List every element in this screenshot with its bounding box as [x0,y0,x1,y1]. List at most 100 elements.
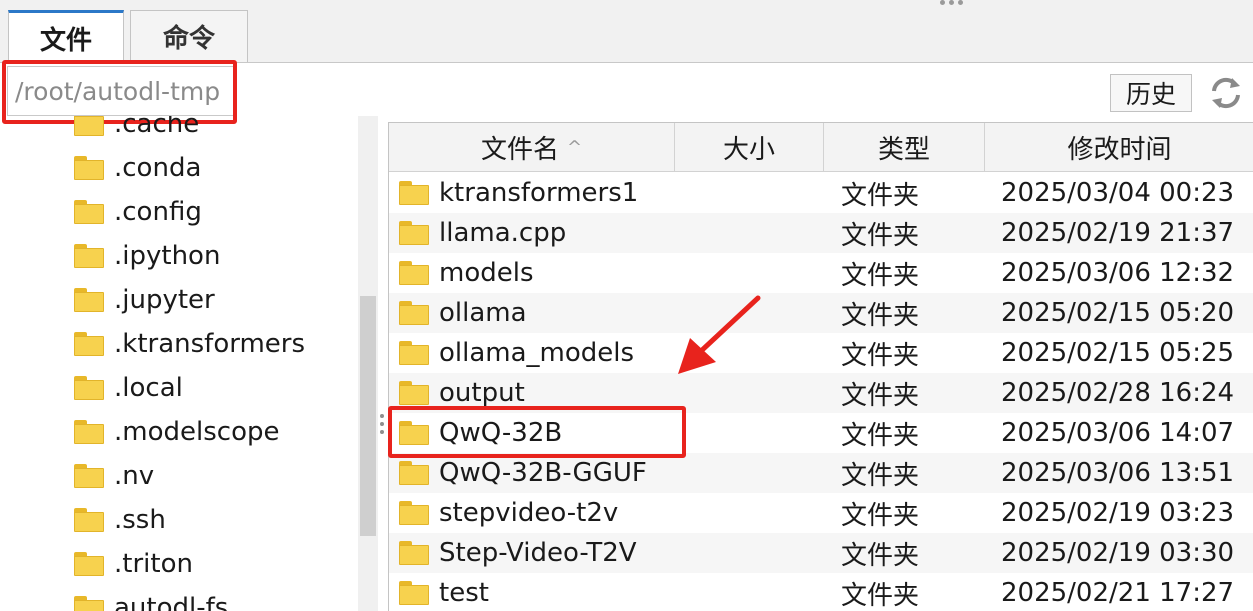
cell-modified: 2025/03/06 14:07 [1001,418,1235,448]
cell-modified: 2025/03/06 12:32 [1001,258,1235,288]
tree-item[interactable]: .config [74,192,202,232]
folder-icon [74,156,104,180]
cell-name: Step-Video-T2V [399,533,637,573]
table-row[interactable]: Step-Video-T2V 文件夹 2025/02/19 03:30 [389,533,1253,573]
table-row[interactable]: llama.cpp 文件夹 2025/02/19 21:37 [389,213,1253,253]
file-name-label: Step-Video-T2V [439,538,637,568]
table-row[interactable]: test 文件夹 2025/02/21 17:27 [389,573,1253,611]
folder-icon [74,288,104,312]
table-row[interactable]: QwQ-32B-GGUF 文件夹 2025/03/06 13:51 [389,453,1253,493]
cell-type: 文件夹 [841,420,920,451]
splitter-handle-icon[interactable] [379,414,385,444]
cell-type: 文件夹 [841,260,920,291]
folder-icon [399,181,429,205]
folder-icon [399,381,429,405]
column-header-modified[interactable]: 修改时间 [985,123,1253,171]
folder-icon [74,244,104,268]
tree-item-label: .config [114,197,202,227]
cell-type: 文件夹 [841,540,920,571]
directory-tree: .cache .conda .config .ipython .jupyter .ktra… [0,116,358,611]
cell-name: ollama_models [399,333,634,373]
tree-item[interactable]: .local [74,368,183,408]
column-header-name[interactable]: 文件名 ^ [389,123,675,171]
column-name-label: 文件名 [480,134,559,165]
folder-icon [74,596,104,611]
tree-item[interactable]: .cache [74,116,199,144]
cell-modified: 2025/02/19 03:23 [1001,498,1235,528]
file-name-label: stepvideo-t2v [439,498,619,528]
folder-icon [399,301,429,325]
table-row[interactable]: ollama_models 文件夹 2025/02/15 05:25 [389,333,1253,373]
cell-type: 文件夹 [841,220,920,251]
table-row[interactable]: ollama 文件夹 2025/02/15 05:20 [389,293,1253,333]
drag-handle-icon[interactable] [940,0,968,6]
cell-name: stepvideo-t2v [399,493,618,533]
tree-item-label: .ssh [114,505,166,535]
sort-ascending-icon: ^ [566,136,583,158]
tree-item[interactable]: .modelscope [74,412,279,452]
cell-name: ktransformers1 [399,173,638,213]
table-row[interactable]: models 文件夹 2025/03/06 12:32 [389,253,1253,293]
file-name-label: test [439,578,489,608]
tree-scrollbar-thumb[interactable] [360,296,376,536]
folder-icon [74,508,104,532]
tree-item-label: .jupyter [114,285,215,315]
table-row[interactable]: ktransformers1 文件夹 2025/03/04 00:23 [389,173,1253,213]
tab-commands[interactable]: 命令 [130,10,248,62]
cell-name: ollama [399,293,527,333]
cell-modified: 2025/02/19 21:37 [1001,218,1235,248]
tree-item-label: .triton [114,549,193,579]
cell-name: QwQ-32B-GGUF [399,453,647,493]
tree-item[interactable]: .triton [74,544,193,584]
cell-type: 文件夹 [841,340,920,371]
tree-item[interactable]: autodl-fs [74,588,228,611]
cell-type: 文件夹 [841,500,920,531]
tree-item[interactable]: .ssh [74,500,166,540]
file-name-label: ollama_models [439,338,635,368]
tree-item[interactable]: .nv [74,456,154,496]
folder-icon [74,332,104,356]
file-name-label: QwQ-32B-GGUF [439,458,647,488]
cell-type: 文件夹 [841,460,920,491]
column-header-size[interactable]: 大小 [675,123,824,171]
tree-item-label: autodl-fs [114,593,229,611]
cell-modified: 2025/02/21 17:27 [1001,578,1235,608]
cell-modified: 2025/03/04 00:23 [1001,178,1235,208]
folder-icon [74,420,104,444]
tree-item-label: .cache [114,116,200,139]
tree-scrollbar[interactable] [358,116,378,611]
cell-name: test [399,573,489,611]
folder-icon [399,221,429,245]
annotation-arrow-icon [678,295,761,374]
tree-item[interactable]: .ipython [74,236,220,276]
history-button[interactable]: 历史 [1110,74,1192,112]
cell-modified: 2025/03/06 13:51 [1001,458,1235,488]
tree-item-label: .modelscope [114,417,280,447]
cell-type: 文件夹 [841,380,920,411]
refresh-icon[interactable] [1208,74,1244,112]
folder-icon [399,461,429,485]
tree-item[interactable]: .jupyter [74,280,215,320]
tree-item[interactable]: .conda [74,148,201,188]
tab-files[interactable]: 文件 [8,10,124,63]
file-name-label: llama.cpp [439,218,567,248]
tree-item-label: .ktransformers [114,329,306,359]
tree-item-label: .nv [114,461,155,491]
cell-name: models [399,253,534,293]
tree-item[interactable]: .ktransformers [74,324,305,364]
cell-type: 文件夹 [841,300,920,331]
file-name-label: models [439,258,534,288]
tab-strip: 文件 命令 [0,0,1253,63]
cell-modified: 2025/02/19 03:30 [1001,538,1235,568]
file-name-label: ktransformers1 [439,178,639,208]
cell-name: llama.cpp [399,213,566,253]
folder-icon [74,552,104,576]
table-row[interactable]: stepvideo-t2v 文件夹 2025/02/19 03:23 [389,493,1253,533]
file-name-label: ollama [439,298,527,328]
column-header-type[interactable]: 类型 [824,123,985,171]
folder-icon [74,116,104,136]
cell-type: 文件夹 [841,580,920,611]
folder-icon [399,261,429,285]
annotation-highlight-row [388,406,686,458]
cell-modified: 2025/02/15 05:20 [1001,298,1235,328]
